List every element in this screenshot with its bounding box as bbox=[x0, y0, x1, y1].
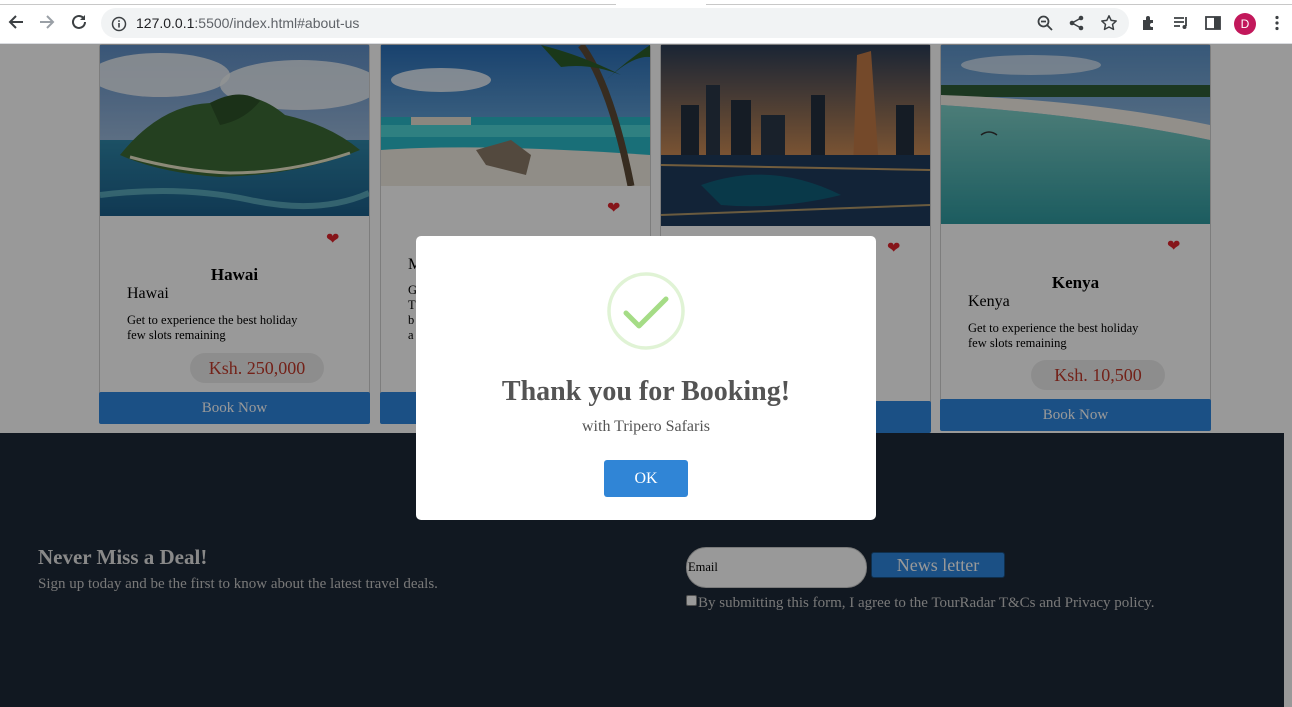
url-host: 127.0.0.1 bbox=[136, 15, 195, 31]
forward-arrow-icon[interactable] bbox=[37, 12, 57, 32]
booking-confirmation-dialog: Thank you for Booking! with Tripero Safa… bbox=[416, 236, 876, 520]
menu-icon[interactable] bbox=[1268, 14, 1286, 32]
success-check-icon bbox=[607, 272, 685, 350]
back-arrow-icon[interactable] bbox=[6, 12, 26, 32]
share-icon[interactable] bbox=[1068, 14, 1086, 32]
ok-button[interactable]: OK bbox=[604, 460, 688, 497]
media-icon[interactable] bbox=[1172, 14, 1190, 32]
modal-title: Thank you for Booking! bbox=[501, 376, 791, 407]
side-panel-icon[interactable] bbox=[1204, 14, 1222, 32]
extensions-icon[interactable] bbox=[1140, 14, 1158, 32]
modal-text: with Tripero Safaris bbox=[582, 418, 710, 435]
reload-icon[interactable] bbox=[69, 12, 89, 32]
profile-avatar[interactable]: D bbox=[1234, 13, 1256, 35]
tab-strip-edge bbox=[706, 0, 1292, 5]
tab-strip-edge bbox=[0, 0, 616, 5]
browser-toolbar: 127.0.0.1:5500/index.html#about-us D bbox=[0, 0, 1292, 44]
star-icon[interactable] bbox=[1100, 14, 1118, 32]
url-text[interactable]: 127.0.0.1:5500/index.html#about-us bbox=[136, 15, 359, 31]
zoom-out-icon[interactable] bbox=[1036, 14, 1054, 32]
url-path: :5500/index.html#about-us bbox=[194, 15, 360, 31]
info-icon[interactable] bbox=[110, 15, 128, 33]
